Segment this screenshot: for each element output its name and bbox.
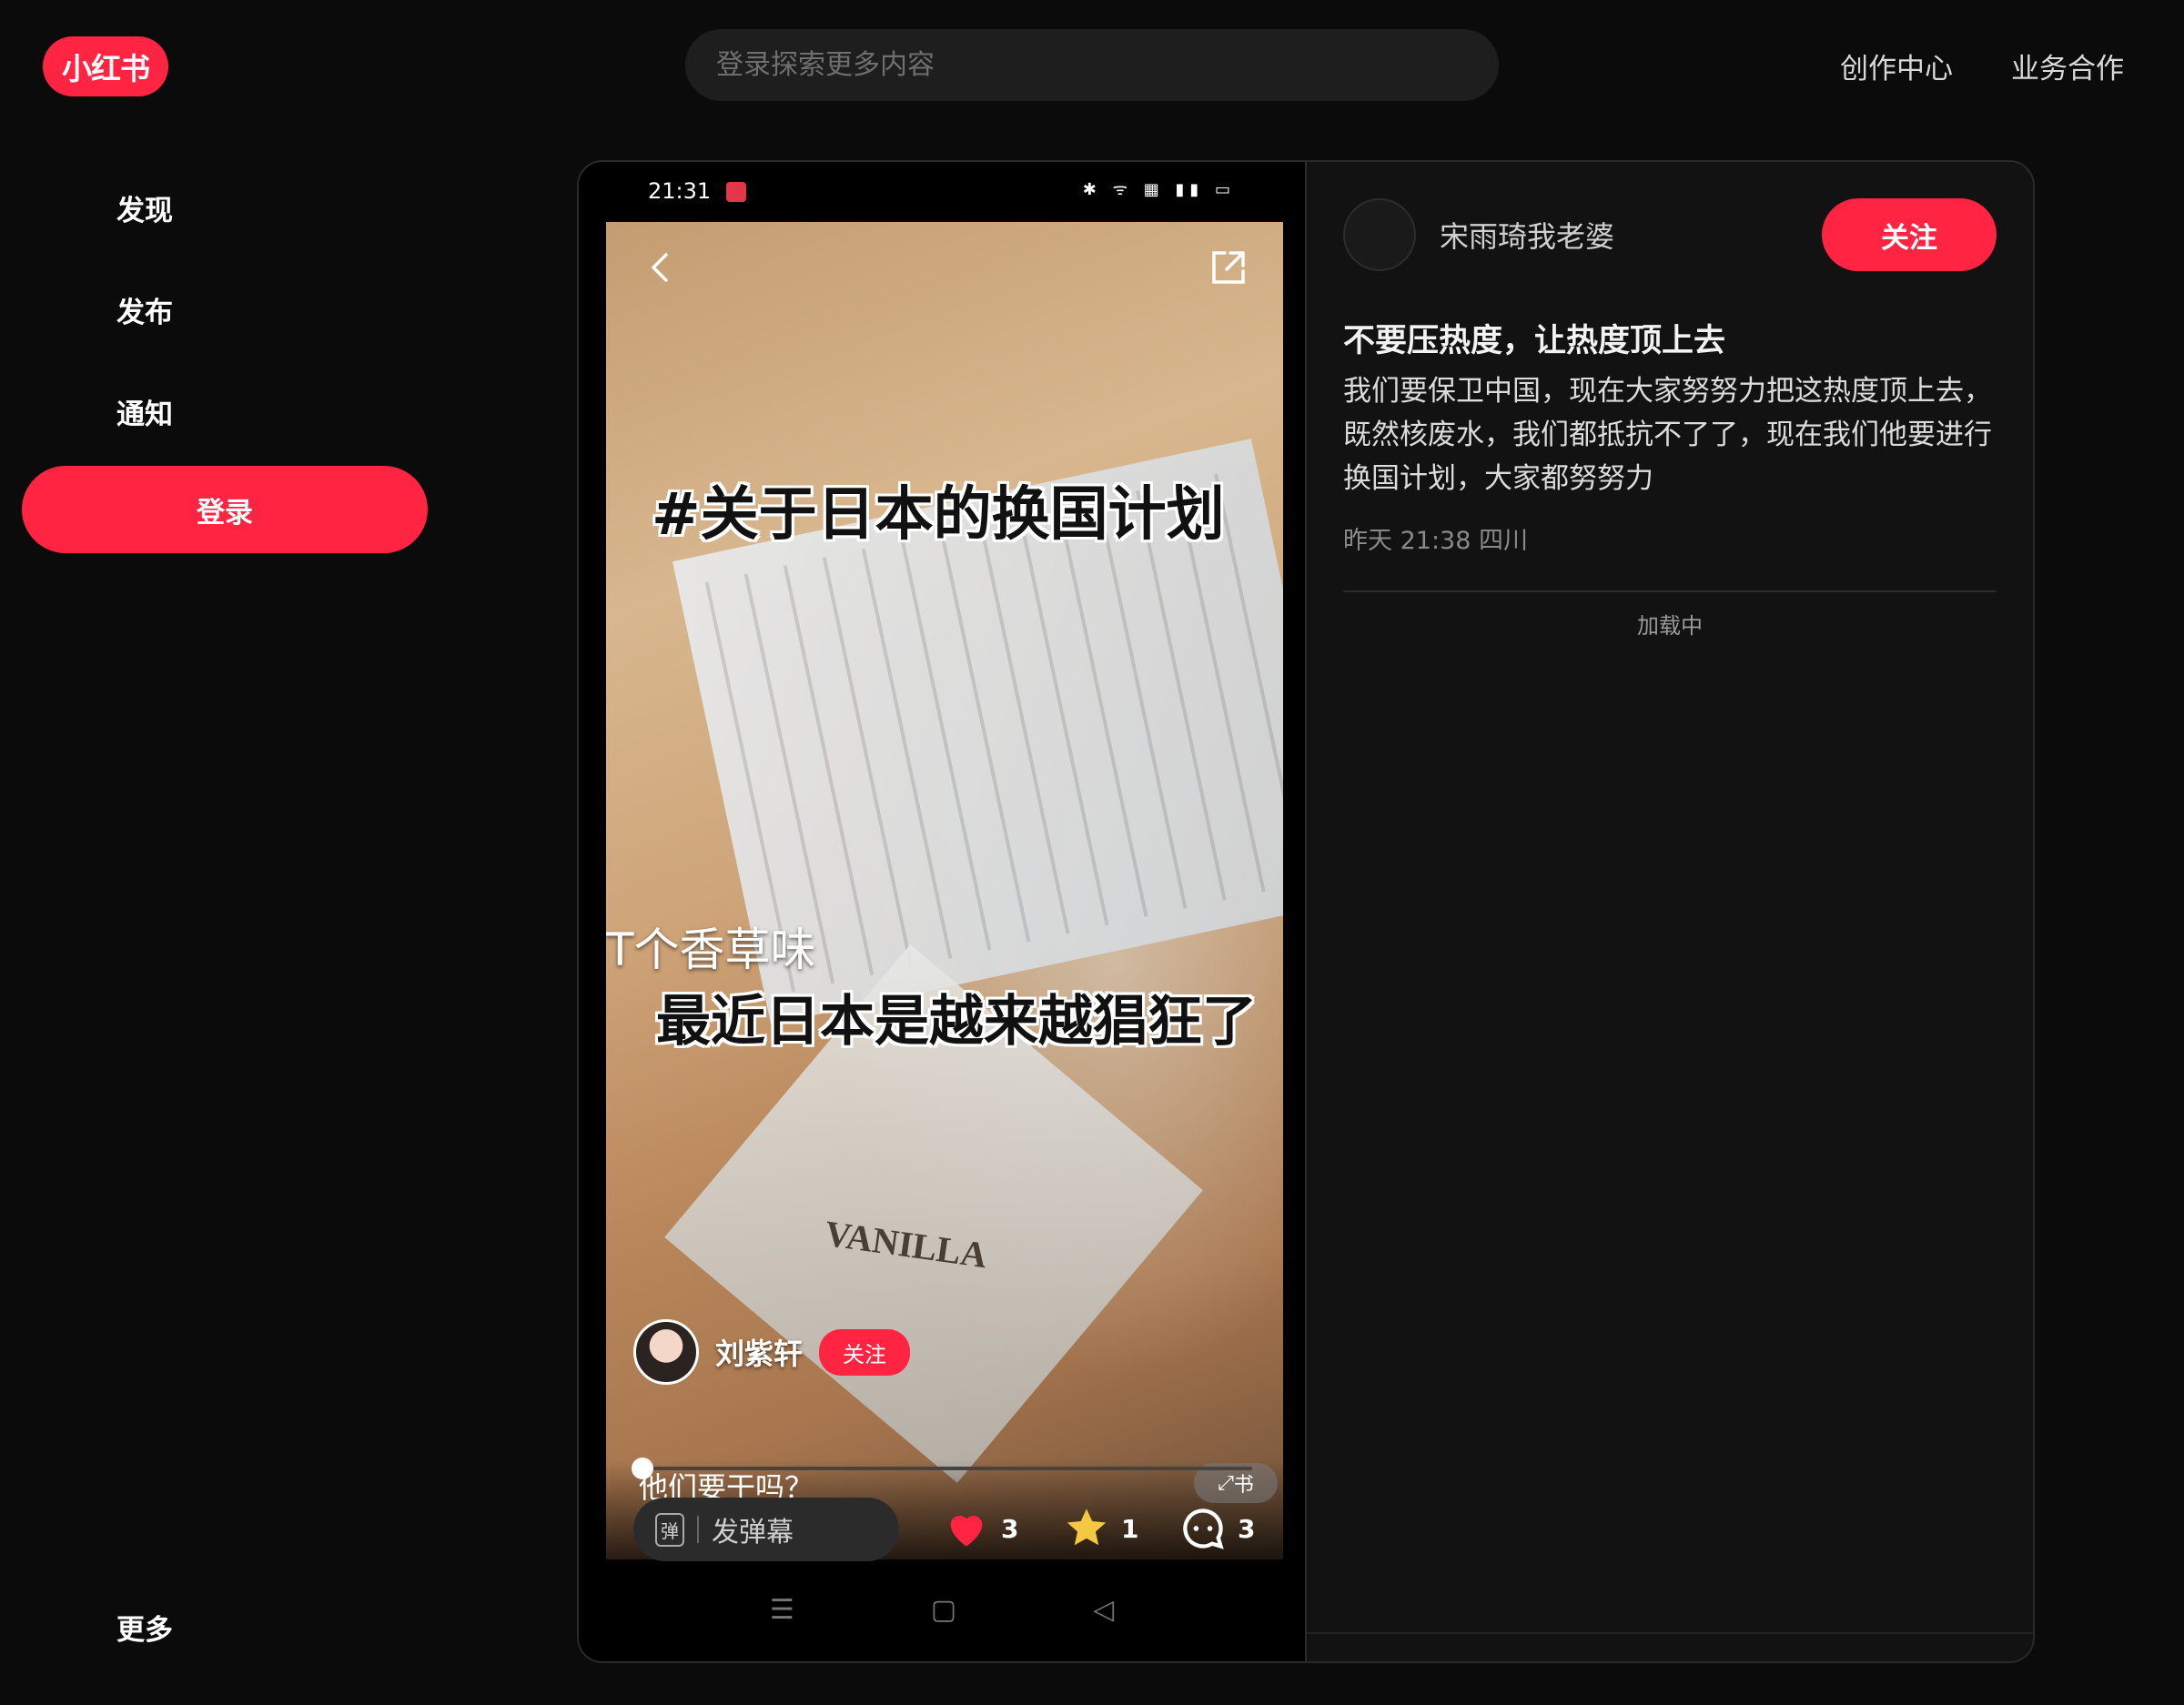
- status-time: 21:31: [648, 178, 712, 204]
- comment-icon: [1183, 1508, 1224, 1549]
- back-icon[interactable]: [642, 249, 679, 286]
- panel-footer-line: [1307, 1632, 2033, 1634]
- avatar[interactable]: [1343, 198, 1416, 271]
- note-meta: 昨天 21:38 四川: [1343, 527, 1528, 555]
- danmu-placeholder: 发弹幕: [712, 1517, 794, 1549]
- loading-text: 加载中: [1637, 613, 1703, 639]
- video-caption-subtitle: T个香草味: [606, 923, 816, 976]
- login-button[interactable]: 登录: [22, 466, 428, 553]
- heart-icon: [950, 1515, 983, 1547]
- business-link[interactable]: 业务合作: [2011, 45, 2124, 86]
- note-author: 宋雨琦我老婆: [1343, 198, 1614, 271]
- menu-icon: ☰: [769, 1594, 794, 1626]
- xiaohongshu-logo[interactable]: 小红书: [43, 36, 168, 96]
- record-icon: [726, 182, 746, 202]
- follow-button[interactable]: 关注: [1822, 198, 1997, 271]
- avatar[interactable]: [633, 1319, 699, 1385]
- video-toolbar: 弹 发弹幕 3 1 3: [579, 1494, 1305, 1576]
- comment-count: 3: [1238, 1513, 1256, 1544]
- back-nav-icon: ◁: [1093, 1594, 1115, 1626]
- sidebar-item-discover[interactable]: 发现: [116, 187, 173, 228]
- like-button[interactable]: 3: [943, 1505, 1018, 1552]
- sidebar-item-publish[interactable]: 发布: [116, 289, 173, 330]
- home-icon: ▢: [930, 1594, 957, 1626]
- video-frame[interactable]: VANILLA #关于日本的换国计划 T个香草味 最近日本是越来越猖狂了 刘紫轩…: [606, 222, 1283, 1559]
- note-author-name[interactable]: 宋雨琦我老婆: [1440, 214, 1614, 256]
- collect-count: 1: [1121, 1513, 1139, 1544]
- android-nav-bar: ☰ ▢ ◁: [579, 1594, 1305, 1626]
- search-input[interactable]: [685, 29, 1499, 101]
- creator-center-link[interactable]: 创作中心: [1840, 45, 1953, 86]
- video-caption-main: 最近日本是越来越猖狂了: [656, 990, 1257, 1054]
- divider: [1343, 590, 1997, 592]
- share-icon[interactable]: [1207, 246, 1250, 289]
- status-icons: ✱ ᯤ ▦ ▮▮ ▭: [1082, 180, 1236, 199]
- comment-button[interactable]: 3: [1179, 1505, 1255, 1552]
- star-icon: [1067, 1508, 1107, 1546]
- note-media[interactable]: 21:31 ✱ ᯤ ▦ ▮▮ ▭ VANILLA #关于日本的换国计划 T个香草…: [579, 162, 1307, 1661]
- video-follow-button[interactable]: 关注: [819, 1328, 911, 1376]
- video-author-name[interactable]: 刘紫轩: [715, 1331, 803, 1373]
- like-count: 3: [1001, 1513, 1019, 1544]
- note-title: 不要压热度，让热度顶上去: [1343, 323, 1726, 359]
- video-progress-bar[interactable]: [633, 1467, 1252, 1470]
- phone-status-bar: 21:31 ✱ ᯤ ▦ ▮▮ ▭: [579, 162, 1305, 222]
- video-caption-title: #关于日本的换国计划: [652, 481, 1225, 549]
- note-body: 我们要保卫中国，现在大家努努力把这热度顶上去，既然核废水，我们都抵抗不了了，现在…: [1343, 375, 1992, 495]
- collect-button[interactable]: 1: [1063, 1505, 1138, 1552]
- top-links: 创作中心 业务合作: [1840, 45, 2124, 86]
- video-author: 刘紫轩 关注: [633, 1319, 911, 1385]
- sidebar-item-more[interactable]: 更多: [116, 1607, 173, 1648]
- danmu-icon: 弹: [655, 1512, 684, 1547]
- note-card: 21:31 ✱ ᯤ ▦ ▮▮ ▭ VANILLA #关于日本的换国计划 T个香草…: [577, 160, 2035, 1663]
- progress-handle[interactable]: [632, 1458, 653, 1479]
- note-detail-panel: 宋雨琦我老婆 关注 不要压热度，让热度顶上去 我们要保卫中国，现在大家努努力把这…: [1307, 162, 2033, 1661]
- danmu-input[interactable]: 弹 发弹幕: [633, 1498, 899, 1561]
- sidebar-item-notifications[interactable]: 通知: [116, 391, 173, 432]
